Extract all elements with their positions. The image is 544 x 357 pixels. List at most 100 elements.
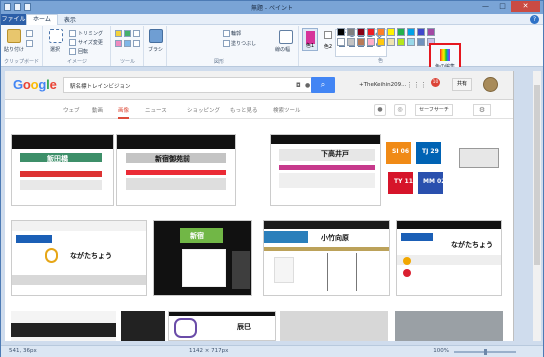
tab-video[interactable]: 動画 bbox=[92, 106, 103, 114]
text-tool-icon[interactable] bbox=[133, 30, 140, 37]
paste-label[interactable]: 貼り付け bbox=[4, 46, 24, 53]
palette-swatch-3[interactable] bbox=[357, 28, 365, 36]
avatar[interactable] bbox=[483, 77, 498, 92]
file-menu[interactable]: ファイル bbox=[1, 14, 26, 25]
image-result-7[interactable]: 新宿 bbox=[153, 220, 252, 296]
image-result-13[interactable] bbox=[280, 311, 388, 341]
search-box[interactable]: 駅名標トレインビジョン ◘ ● bbox=[63, 77, 313, 93]
color-picker-icon[interactable] bbox=[124, 40, 131, 47]
palette-swatch-19[interactable] bbox=[417, 38, 425, 46]
tab-images[interactable]: 画像 bbox=[118, 106, 130, 119]
crop-label[interactable]: トリミング bbox=[78, 30, 103, 37]
scroll-thumb[interactable] bbox=[534, 85, 540, 265]
outline-icon[interactable] bbox=[223, 30, 230, 37]
image-result-6[interactable]: ながたちょう bbox=[11, 220, 147, 296]
image-result-1[interactable]: 飯田橋 bbox=[11, 134, 114, 206]
fill-label[interactable]: 塗りつぶし bbox=[231, 40, 256, 47]
image-result-9[interactable]: ながたちょう bbox=[396, 220, 502, 296]
user-icon[interactable]: ● bbox=[374, 104, 386, 116]
image-result-8[interactable]: 小竹向原 bbox=[263, 220, 390, 296]
search-tabs: ウェブ 動画 画像 ニュース ショッピング もっと見る 検索ツール ● ◎ セー… bbox=[5, 101, 513, 119]
palette-swatch-6[interactable] bbox=[387, 28, 395, 36]
image-result-4[interactable]: SI 06 TJ 29 TY 11 MM 02 bbox=[386, 134, 452, 206]
crop-icon[interactable] bbox=[69, 30, 76, 37]
palette-swatch-16[interactable] bbox=[387, 38, 395, 46]
help-icon[interactable]: ? bbox=[530, 15, 539, 24]
safe-search-button[interactable]: セーフサーチ bbox=[415, 104, 453, 116]
color2-label: 色2 bbox=[323, 44, 333, 50]
copy-icon[interactable] bbox=[26, 40, 33, 47]
paste-icon[interactable] bbox=[7, 29, 21, 43]
mic-icon[interactable]: ● bbox=[305, 82, 310, 89]
globe-icon[interactable]: ◎ bbox=[394, 104, 406, 116]
zoom-knob[interactable] bbox=[484, 349, 487, 355]
search-query[interactable]: 駅名標トレインビジョン bbox=[70, 82, 131, 90]
zoom-slider[interactable] bbox=[454, 349, 516, 355]
palette-swatch-5[interactable] bbox=[377, 28, 385, 36]
palette-swatch-11[interactable] bbox=[337, 38, 345, 46]
line-width-icon[interactable] bbox=[279, 30, 293, 44]
rotate-label[interactable]: 回転 bbox=[78, 48, 88, 55]
title-bar: 無題 - ペイント — □ ✕ bbox=[1, 1, 543, 14]
image-result-10[interactable] bbox=[11, 311, 116, 341]
cut-icon[interactable] bbox=[26, 30, 33, 37]
image-result-2[interactable]: 新宿御苑前 bbox=[116, 134, 236, 206]
palette-swatch-18[interactable] bbox=[407, 38, 415, 46]
magnifier-icon[interactable] bbox=[133, 40, 140, 47]
image-result-3[interactable]: 下高井戸 bbox=[270, 134, 381, 206]
palette-swatch-15[interactable] bbox=[377, 38, 385, 46]
search-button[interactable]: ⌕ bbox=[311, 77, 335, 93]
resize-label[interactable]: サイズ変更 bbox=[78, 39, 103, 46]
image-result-5[interactable] bbox=[456, 134, 504, 206]
palette-swatch-4[interactable] bbox=[367, 28, 375, 36]
tab-search-tools[interactable]: 検索ツール bbox=[273, 106, 301, 114]
outline-label[interactable]: 輪郭 bbox=[231, 30, 241, 37]
color1-selector[interactable]: 色1 bbox=[302, 28, 318, 51]
camera-icon[interactable]: ◘ bbox=[296, 82, 301, 89]
palette-swatch-1[interactable] bbox=[337, 28, 345, 36]
image-result-12[interactable]: 辰巳 bbox=[168, 311, 276, 341]
palette-swatch-14[interactable] bbox=[367, 38, 375, 46]
brush-icon[interactable] bbox=[149, 29, 163, 43]
palette-swatch-12[interactable] bbox=[347, 38, 355, 46]
user-name[interactable]: +TheKeihin209... bbox=[359, 82, 406, 88]
tab-home[interactable]: ホーム bbox=[26, 14, 58, 25]
brush-group: ブラシ bbox=[145, 26, 167, 66]
color2-swatch bbox=[324, 31, 332, 39]
apps-grid-icon[interactable]: ⋮⋮⋮ bbox=[406, 81, 427, 89]
paint-canvas[interactable]: Google 駅名標トレインビジョン ◘ ● ⌕ +TheKeihin209..… bbox=[5, 71, 514, 341]
tab-view[interactable]: 表示 bbox=[58, 15, 82, 24]
palette-swatch-2[interactable] bbox=[347, 28, 355, 36]
palette-swatch-17[interactable] bbox=[397, 38, 405, 46]
fill-icon[interactable] bbox=[223, 40, 230, 47]
close-button[interactable]: ✕ bbox=[511, 1, 540, 12]
select-label[interactable]: 選択 bbox=[50, 46, 60, 53]
tab-more[interactable]: もっと見る bbox=[230, 106, 258, 114]
image-result-14[interactable] bbox=[395, 311, 503, 341]
settings-gear-icon[interactable]: ⚙ bbox=[473, 104, 491, 116]
palette-swatch-7[interactable] bbox=[397, 28, 405, 36]
palette-swatch-10[interactable] bbox=[427, 28, 435, 36]
tab-news[interactable]: ニュース bbox=[145, 106, 167, 114]
rotate-icon[interactable] bbox=[69, 48, 76, 55]
fill-bucket-icon[interactable] bbox=[124, 30, 131, 37]
palette-swatch-8[interactable] bbox=[407, 28, 415, 36]
share-button[interactable]: 共有 bbox=[452, 78, 472, 91]
resize-icon[interactable] bbox=[69, 39, 76, 46]
maximize-button[interactable]: □ bbox=[494, 1, 511, 12]
minimize-button[interactable]: — bbox=[477, 1, 494, 12]
image-1-title: 飯田橋 bbox=[47, 155, 68, 163]
notifications-badge[interactable]: 10 bbox=[431, 78, 440, 87]
select-icon[interactable] bbox=[49, 29, 63, 43]
tab-shopping[interactable]: ショッピング bbox=[187, 106, 220, 114]
tab-web[interactable]: ウェブ bbox=[63, 106, 80, 114]
image-result-11[interactable] bbox=[121, 311, 165, 341]
color2-selector[interactable]: 色2 bbox=[321, 28, 335, 51]
eraser-icon[interactable] bbox=[115, 40, 122, 47]
pencil-icon[interactable] bbox=[115, 30, 122, 37]
palette-swatch-13[interactable] bbox=[357, 38, 365, 46]
vertical-scrollbar[interactable] bbox=[533, 71, 541, 341]
palette-swatch-9[interactable] bbox=[417, 28, 425, 36]
size-label[interactable]: 線の幅 bbox=[275, 46, 290, 53]
brush-label[interactable]: ブラシ bbox=[148, 46, 163, 53]
